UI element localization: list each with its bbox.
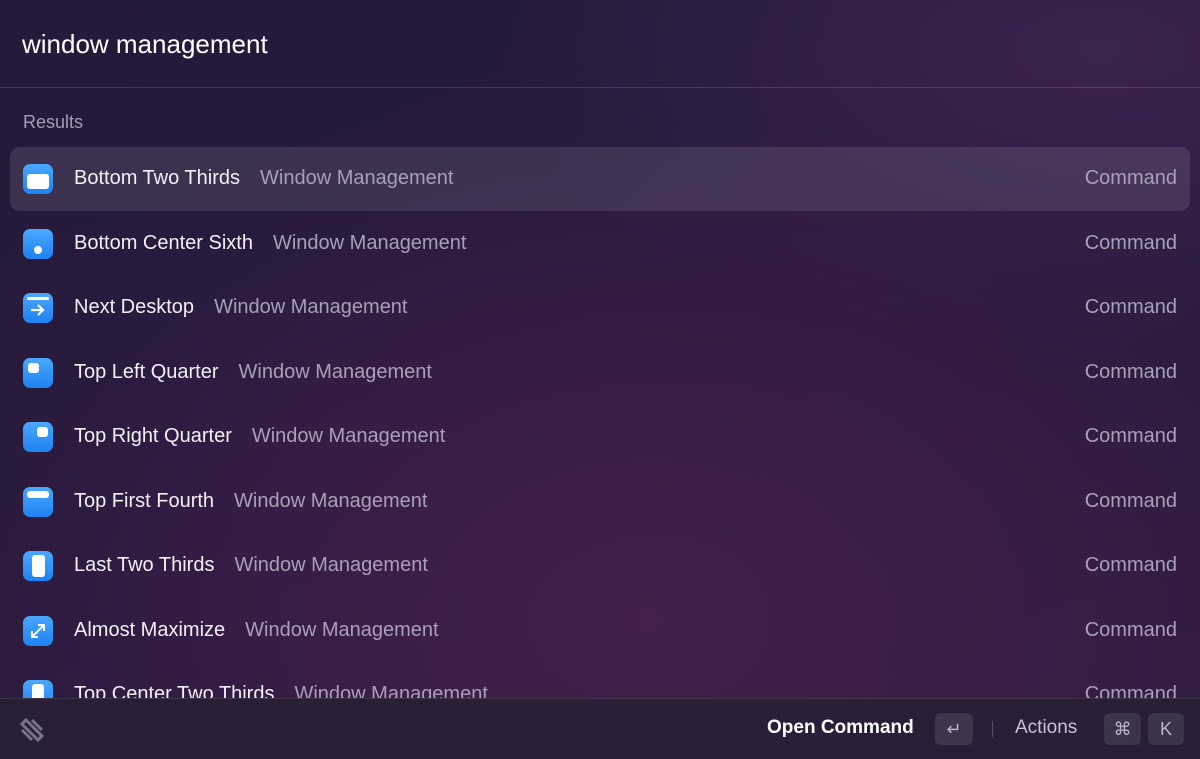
result-title: Bottom Center Sixth bbox=[74, 231, 253, 254]
divider bbox=[992, 721, 993, 737]
top-first-fourth-icon bbox=[23, 486, 53, 517]
result-type: Command bbox=[1084, 683, 1177, 698]
result-text: Last Two Thirds Window Management bbox=[74, 554, 428, 577]
result-type: Command bbox=[1084, 360, 1177, 383]
result-type: Command bbox=[1084, 425, 1177, 447]
search-input[interactable] bbox=[22, 24, 1122, 64]
almost-maximize-icon bbox=[23, 615, 53, 646]
result-title: Almost Maximize bbox=[74, 618, 226, 641]
search-bar bbox=[0, 0, 1200, 88]
bottom-center-sixth-icon bbox=[23, 228, 53, 259]
result-subtitle: Window Management bbox=[251, 425, 446, 447]
next-desktop-icon bbox=[23, 293, 53, 323]
bottom-two-thirds-icon bbox=[23, 164, 53, 194]
result-subtitle: Window Management bbox=[272, 231, 467, 254]
result-type: Command bbox=[1084, 167, 1177, 189]
result-title: Top First Fourth bbox=[74, 489, 215, 512]
result-subtitle: Window Management bbox=[294, 683, 488, 698]
result-text: Bottom Two Thirds Window Management bbox=[74, 167, 453, 190]
result-text: Next Desktop Window Management bbox=[74, 296, 408, 319]
result-text: Top First Fourth Window Management bbox=[74, 490, 427, 513]
enter-key-badge: ↵ bbox=[935, 713, 973, 745]
result-item[interactable]: Last Two Thirds Window Management Command bbox=[10, 534, 1190, 598]
result-title: Top Left Quarter bbox=[74, 360, 219, 383]
result-title: Bottom Two Thirds bbox=[74, 167, 240, 189]
result-type: Command bbox=[1084, 489, 1177, 512]
result-item[interactable]: Top Right Quarter Window Management Comman… bbox=[10, 405, 1190, 469]
result-item[interactable]: Top Center Two Thirds Window Management Co… bbox=[10, 663, 1190, 698]
raycast-logo-icon bbox=[18, 716, 46, 744]
result-item[interactable]: Top First Fourth Window Management Command bbox=[10, 470, 1190, 534]
result-text: Top Right Quarter Window Management bbox=[74, 425, 445, 448]
result-item[interactable]: Almost Maximize Window Management Command bbox=[10, 599, 1190, 663]
result-item[interactable]: Next Desktop Window Management Command bbox=[10, 276, 1190, 340]
result-subtitle: Window Management bbox=[245, 618, 439, 641]
top-right-quarter-icon bbox=[23, 422, 53, 452]
result-subtitle: Window Management bbox=[238, 360, 432, 383]
results-list: Bottom Two Thirds Window Management Comman… bbox=[0, 147, 1200, 698]
result-type: Command bbox=[1084, 618, 1177, 641]
result-subtitle: Window Management bbox=[234, 489, 428, 512]
action-bar: Open Command ↵ Actions ⌘ K bbox=[0, 698, 1200, 759]
result-text: Top Left Quarter Window Management bbox=[74, 361, 432, 384]
top-left-quarter-icon bbox=[23, 357, 53, 388]
result-type: Command bbox=[1084, 231, 1177, 254]
result-item[interactable]: Top Left Quarter Window Management Command bbox=[10, 341, 1190, 405]
result-title: Top Right Quarter bbox=[74, 425, 232, 447]
result-subtitle: Window Management bbox=[234, 554, 428, 576]
result-subtitle: Window Management bbox=[214, 296, 408, 318]
k-key-badge: K bbox=[1148, 713, 1184, 745]
open-command-button[interactable]: Open Command bbox=[767, 717, 914, 739]
result-text: Almost Maximize Window Management bbox=[74, 619, 439, 642]
result-text: Bottom Center Sixth Window Management bbox=[74, 232, 466, 255]
section-header: Results bbox=[23, 112, 84, 132]
result-item[interactable]: Bottom Center Sixth Window Management Comm… bbox=[10, 212, 1190, 276]
result-subtitle: Window Management bbox=[260, 167, 454, 189]
result-item[interactable]: Bottom Two Thirds Window Management Comman… bbox=[10, 147, 1190, 211]
result-type: Command bbox=[1084, 554, 1177, 576]
result-text: Top Center Two Thirds Window Management bbox=[74, 683, 488, 698]
last-two-thirds-icon bbox=[23, 551, 53, 581]
result-title: Next Desktop bbox=[74, 296, 195, 318]
result-type: Command bbox=[1084, 296, 1177, 318]
result-title: Top Center Two Thirds bbox=[74, 683, 275, 698]
command-key-badge: ⌘ bbox=[1104, 713, 1141, 745]
actions-button[interactable]: Actions bbox=[1015, 717, 1077, 739]
result-title: Last Two Thirds bbox=[74, 554, 215, 576]
top-center-two-thirds-icon bbox=[23, 680, 53, 698]
